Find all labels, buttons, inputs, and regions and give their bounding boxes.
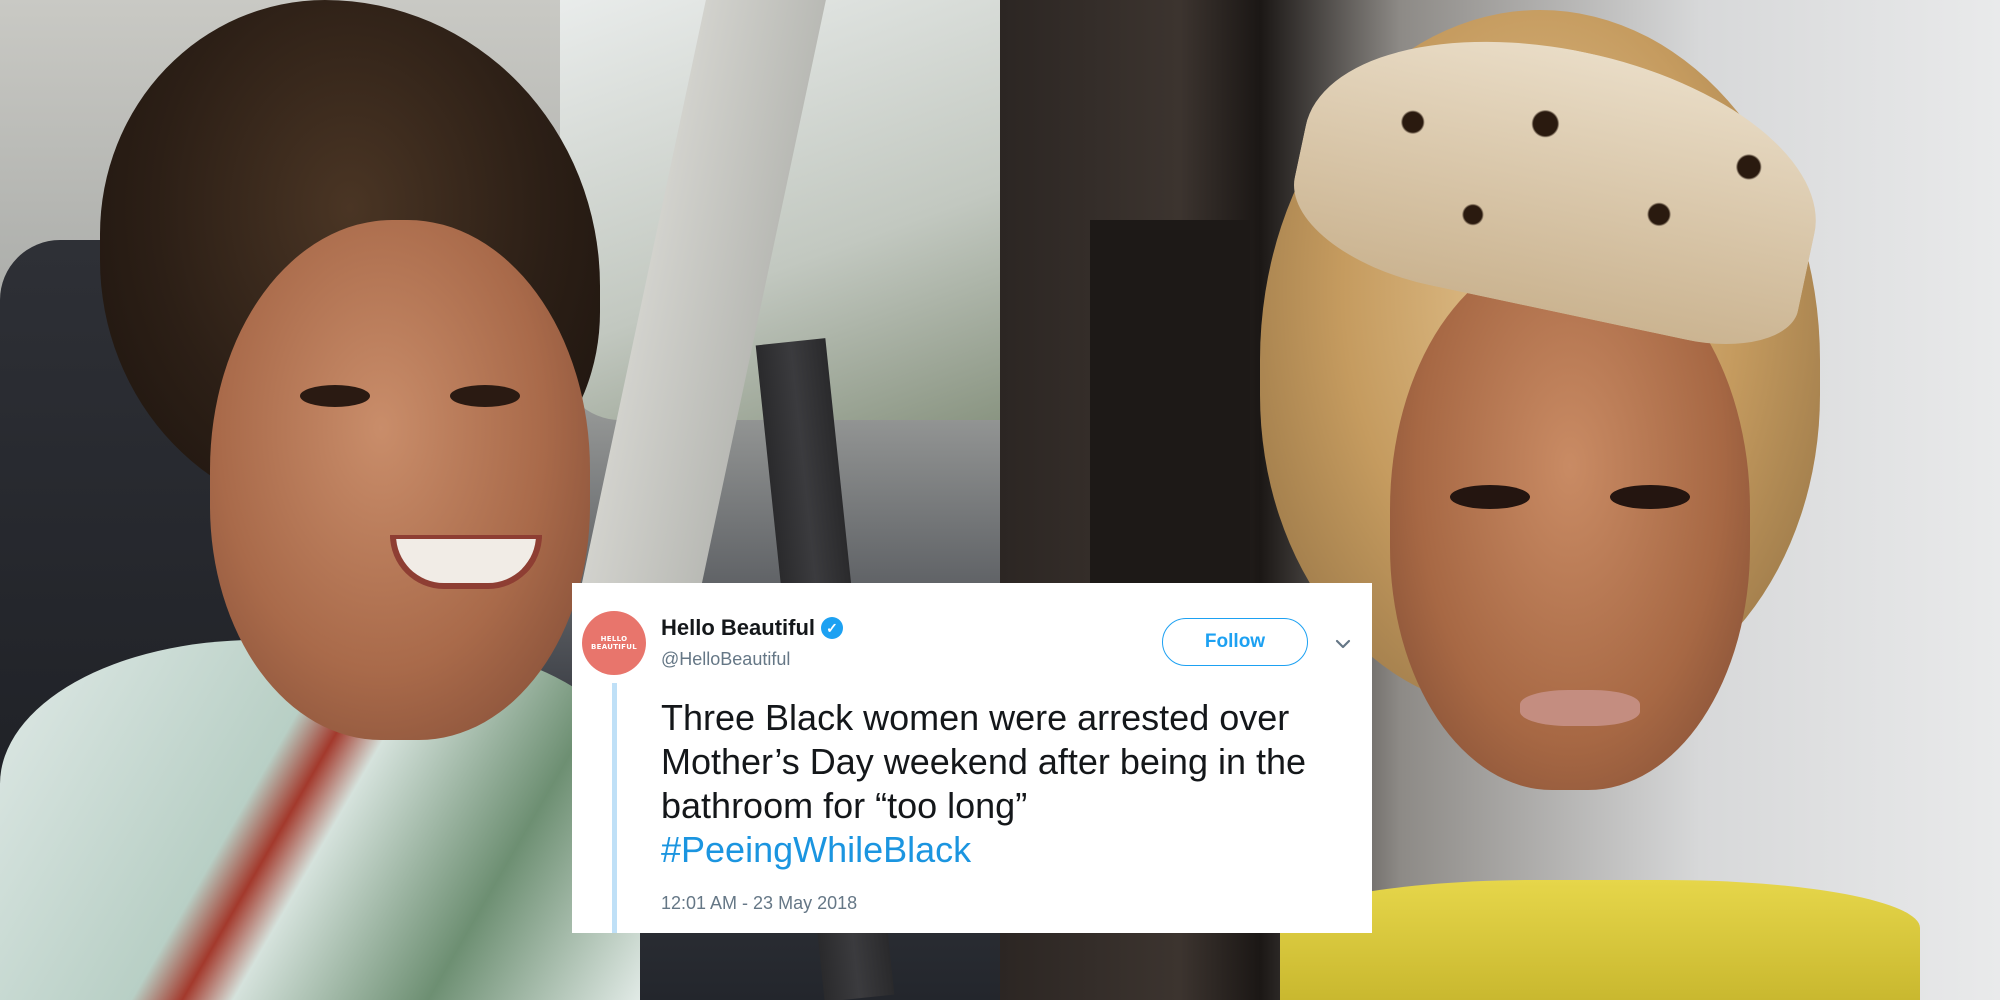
user-handle[interactable]: @HelloBeautiful: [661, 649, 790, 670]
tweet-text-line: bathroom for “too long”: [661, 785, 1028, 826]
hashtag-link[interactable]: #PeeingWhileBlack: [661, 828, 1361, 872]
avatar[interactable]: HELLO BEAUTIFUL: [582, 611, 646, 675]
tweet-text: Three Black women were arrested over Mot…: [661, 696, 1361, 872]
eye: [450, 385, 520, 407]
yellow-top: [1280, 880, 1920, 1000]
verified-badge-icon: ✓: [821, 617, 844, 639]
tweet-card: HELLO BEAUTIFUL Hello Beautiful ✓ @Hello…: [572, 583, 1372, 933]
thread-line: [612, 683, 617, 933]
follow-button[interactable]: Follow: [1162, 618, 1308, 666]
face: [210, 220, 590, 740]
lips: [1520, 690, 1640, 726]
tweet-timestamp[interactable]: 12:01 AM - 23 May 2018: [661, 893, 857, 914]
tweet-text-line: Three Black women were arrested over: [661, 697, 1290, 738]
chevron-down-icon[interactable]: [1332, 633, 1354, 655]
eye: [1450, 485, 1530, 509]
avatar-logo-text: HELLO BEAUTIFUL: [590, 635, 637, 651]
eye: [300, 385, 370, 407]
display-name-text: Hello Beautiful: [661, 615, 816, 640]
display-name[interactable]: Hello Beautiful ✓: [661, 615, 844, 641]
eye: [1610, 485, 1690, 509]
tweet-text-line: Mother’s Day weekend after being in the: [661, 741, 1307, 782]
